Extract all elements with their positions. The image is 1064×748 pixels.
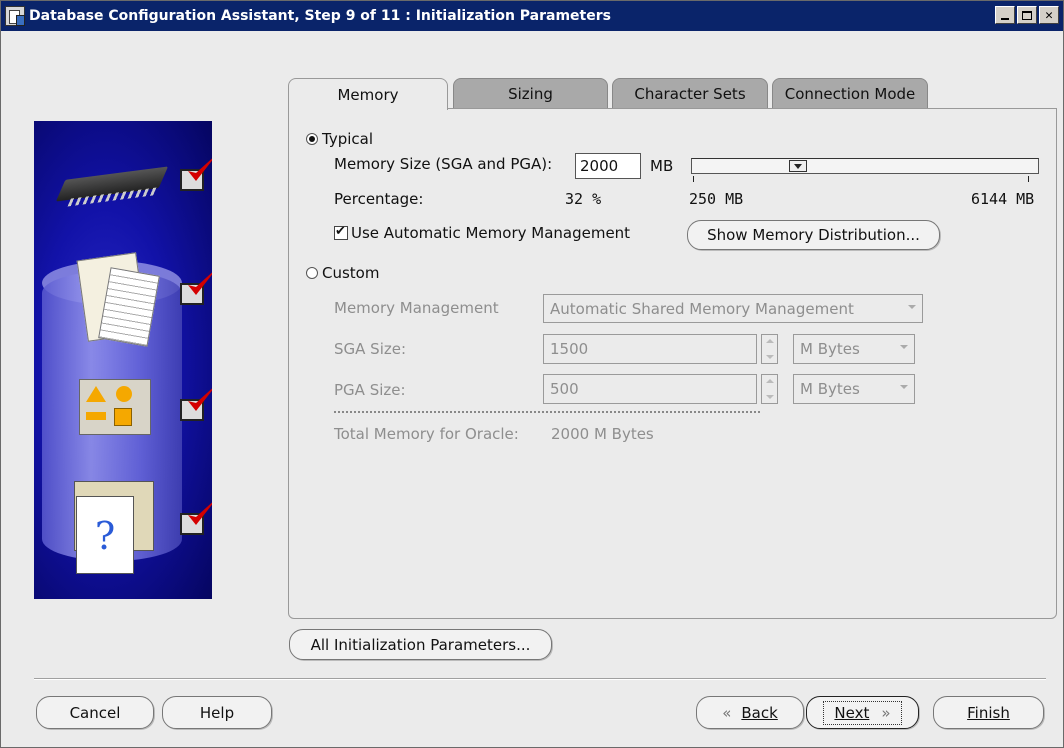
box-shape xyxy=(114,408,132,426)
bottom-separator xyxy=(34,678,1046,680)
memory-management-select[interactable]: Automatic Shared Memory Management xyxy=(543,294,923,323)
back-button[interactable]: « Back xyxy=(696,696,804,729)
typical-label: Typical xyxy=(322,130,373,148)
pga-size-input[interactable]: 500 xyxy=(543,374,757,404)
sga-size-input[interactable]: 1500 xyxy=(543,334,757,364)
cancel-button[interactable]: Cancel xyxy=(36,696,154,729)
total-memory-label: Total Memory for Oracle: xyxy=(334,425,519,443)
slider-tick-min xyxy=(693,176,694,182)
slider-max-label: 6144 MB xyxy=(971,190,1035,208)
checkmark-icon xyxy=(188,502,212,525)
percentage-label: Percentage: xyxy=(334,190,424,208)
title-bar[interactable]: Database Configuration Assistant, Step 9… xyxy=(1,1,1063,31)
minimize-button[interactable] xyxy=(995,6,1015,24)
sga-unit-value: M Bytes xyxy=(800,340,860,358)
tab-character-sets[interactable]: Character Sets xyxy=(612,78,768,109)
minimize-icon xyxy=(1001,18,1009,20)
window-controls: ✕ xyxy=(995,6,1059,24)
slider-thumb[interactable] xyxy=(789,160,807,172)
amm-label: Use Automatic Memory Management xyxy=(351,224,631,242)
sga-size-spinner[interactable] xyxy=(761,334,778,364)
sga-size-label: SGA Size: xyxy=(334,340,407,358)
help-button[interactable]: Help xyxy=(162,696,272,729)
app-icon xyxy=(5,6,25,26)
sga-unit-select[interactable]: M Bytes xyxy=(793,334,915,364)
custom-radio[interactable] xyxy=(306,267,318,279)
checkmark-icon xyxy=(188,388,212,411)
percentage-value: 32 % xyxy=(565,190,602,208)
total-memory-value: 2000 M Bytes xyxy=(551,425,654,443)
tab-memory[interactable]: Memory xyxy=(288,78,448,110)
typical-radio[interactable] xyxy=(306,133,318,145)
triangle-shape xyxy=(86,386,106,402)
chevron-down-icon xyxy=(900,345,908,349)
all-initialization-parameters-button[interactable]: All Initialization Parameters... xyxy=(289,629,552,660)
tab-sizing[interactable]: Sizing xyxy=(453,78,608,109)
tab-connection-mode[interactable]: Connection Mode xyxy=(772,78,928,109)
slider-tick-max xyxy=(1028,176,1029,182)
wizard-illustration: ? xyxy=(34,121,212,599)
memory-size-input[interactable]: 2000 xyxy=(575,153,641,179)
question-document-icon: ? xyxy=(76,496,134,574)
pga-unit-value: M Bytes xyxy=(800,380,860,398)
pga-unit-select[interactable]: M Bytes xyxy=(793,374,915,404)
separator-dotted xyxy=(334,411,760,413)
memory-size-unit: MB xyxy=(650,157,674,175)
back-arrow-icon: « xyxy=(722,703,732,722)
chevron-down-icon xyxy=(908,305,916,309)
memory-size-slider[interactable] xyxy=(691,158,1039,174)
checkmark-icon xyxy=(188,158,212,181)
shapes-icon xyxy=(79,379,151,435)
next-button[interactable]: Next » xyxy=(806,696,919,729)
bar-shape xyxy=(86,412,106,420)
memory-management-label: Memory Management xyxy=(334,299,499,317)
checkmark-icon xyxy=(188,272,212,295)
next-arrow-icon: » xyxy=(881,703,891,722)
slider-min-label: 250 MB xyxy=(689,190,744,208)
maximize-icon xyxy=(1022,10,1032,20)
pga-size-spinner[interactable] xyxy=(761,374,778,404)
memory-size-row: Memory Size (SGA and PGA): xyxy=(334,155,552,173)
close-button[interactable]: ✕ xyxy=(1039,6,1059,24)
memory-size-label: Memory Size (SGA and PGA): xyxy=(334,155,553,173)
custom-label: Custom xyxy=(322,264,380,282)
show-memory-distribution-button[interactable]: Show Memory Distribution... xyxy=(687,220,940,250)
amm-checkbox[interactable] xyxy=(334,224,348,240)
circle-shape xyxy=(116,386,132,402)
amm-checkbox-row[interactable]: Use Automatic Memory Management xyxy=(334,224,630,242)
maximize-button[interactable] xyxy=(1017,6,1037,24)
next-label: Next xyxy=(834,703,870,722)
window-title: Database Configuration Assistant, Step 9… xyxy=(29,8,611,24)
typical-radio-row[interactable]: Typical xyxy=(306,130,373,148)
dbca-window: Database Configuration Assistant, Step 9… xyxy=(0,0,1064,748)
finish-button[interactable]: Finish xyxy=(933,696,1044,729)
close-icon: ✕ xyxy=(1045,7,1053,23)
pga-size-label: PGA Size: xyxy=(334,381,406,399)
memory-management-value: Automatic Shared Memory Management xyxy=(550,299,854,318)
chevron-down-icon xyxy=(900,385,908,389)
finish-label: Finish xyxy=(967,703,1010,722)
next-focus-ring: Next » xyxy=(823,700,902,725)
custom-radio-row[interactable]: Custom xyxy=(306,264,379,282)
back-label: Back xyxy=(741,703,778,722)
